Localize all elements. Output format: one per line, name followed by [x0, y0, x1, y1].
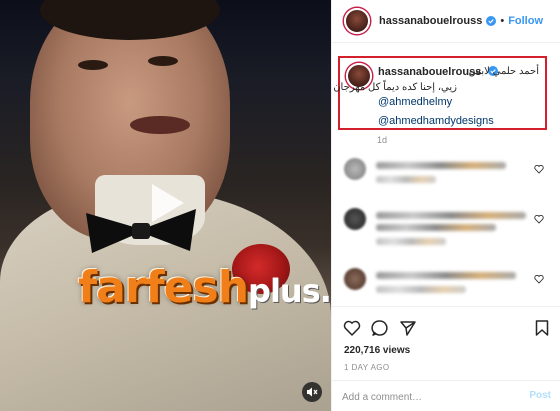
- post-timestamp: 1 DAY AGO: [344, 363, 390, 372]
- mouth-shape: [130, 116, 190, 134]
- caption-timestamp: 1d: [377, 135, 388, 145]
- watermark-logo: farfeshplus.com: [78, 262, 331, 322]
- post-button[interactable]: Post: [529, 390, 551, 401]
- comment-avatar: [344, 158, 366, 180]
- follow-button[interactable]: Follow: [508, 15, 543, 27]
- comment-blurred-meta: [376, 286, 466, 293]
- comment-heart-icon[interactable]: [534, 274, 544, 284]
- caption-highlight-box: hassanabouelrouss أحمد حلمي لابس زيي، إح…: [333, 56, 547, 130]
- play-icon[interactable]: [140, 178, 190, 228]
- comment-blurred-text: [376, 162, 506, 169]
- post-side-panel: hassanabouelrouss • Follow hassanabouelr…: [331, 0, 560, 411]
- comment-input[interactable]: [342, 389, 512, 405]
- eye-left: [78, 60, 108, 70]
- comment-item[interactable]: [344, 158, 544, 188]
- comment-bubble-icon[interactable]: [371, 319, 389, 337]
- paper-plane-icon[interactable]: [399, 319, 417, 337]
- caption-text-line2: زيي، إحنا كده ديماً كل مهرجان: [333, 82, 457, 93]
- heart-icon[interactable]: [343, 319, 361, 337]
- watermark-main: farfesh: [78, 262, 249, 313]
- mention-link-ahmedhelmy[interactable]: @ahmedhelmy: [378, 96, 452, 108]
- comment-heart-icon[interactable]: [534, 214, 544, 224]
- comment-item[interactable]: [344, 268, 544, 298]
- comment-blurred-text: [376, 212, 526, 219]
- post-header: hassanabouelrouss • Follow: [332, 0, 560, 43]
- eye-right: [148, 56, 178, 66]
- comment-blurred-text: [376, 224, 496, 231]
- header-username[interactable]: hassanabouelrouss: [379, 15, 482, 27]
- watermark-plus: plus: [248, 272, 321, 310]
- comment-blurred-meta: [376, 238, 446, 245]
- avatar[interactable]: [344, 8, 370, 34]
- separator-dot: •: [500, 15, 505, 27]
- comment-heart-icon[interactable]: [534, 164, 544, 174]
- speaker-muted-icon[interactable]: [302, 382, 322, 402]
- video-player[interactable]: farfeshplus.com: [0, 0, 331, 411]
- comment-blurred-text: [376, 272, 516, 279]
- comment-blurred-meta: [376, 176, 436, 183]
- comment-avatar: [344, 268, 366, 290]
- add-comment-bar: Post: [332, 380, 560, 411]
- post-actions: 220,716 views 1 DAY AGO Post: [332, 306, 560, 411]
- view-count[interactable]: 220,716 views: [344, 345, 410, 356]
- bookmark-icon[interactable]: [533, 319, 551, 337]
- comment-avatar: [344, 208, 366, 230]
- caption-text-line1: أحمد حلمي لابس: [468, 66, 539, 77]
- verified-badge-icon: [486, 16, 497, 26]
- mention-link-ahmedhamdydesigns[interactable]: @ahmedhamdydesigns: [378, 115, 494, 127]
- comment-item[interactable]: [344, 208, 544, 248]
- watermark-com: .com: [319, 272, 331, 310]
- caption-username-text[interactable]: hassanabouelrouss: [378, 66, 481, 78]
